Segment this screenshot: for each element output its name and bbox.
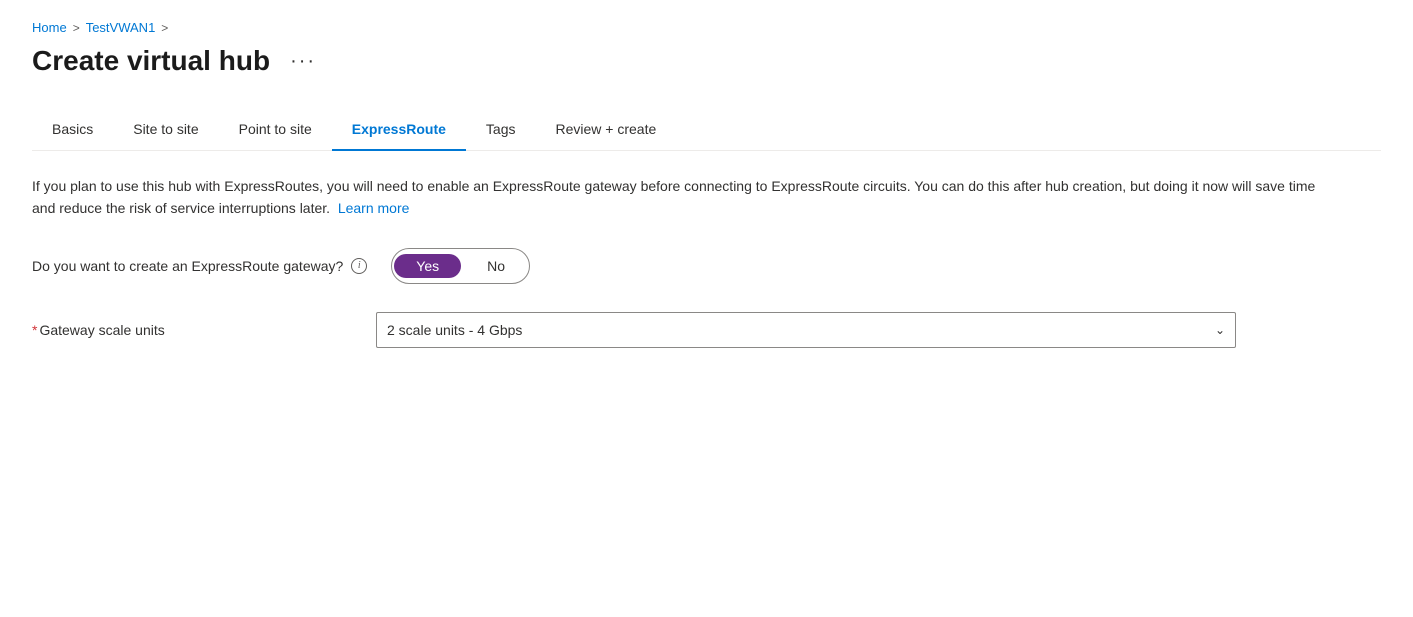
gateway-scale-units-row: *Gateway scale units 2 scale units - 4 G… (32, 312, 1381, 348)
tab-point-to-site[interactable]: Point to site (219, 109, 332, 151)
gateway-toggle[interactable]: Yes No (391, 248, 530, 284)
page-header: Create virtual hub ··· (32, 45, 1381, 77)
tab-tags[interactable]: Tags (466, 109, 536, 151)
chevron-down-icon: ⌄ (1215, 323, 1225, 337)
tab-review-create[interactable]: Review + create (536, 109, 677, 151)
toggle-no[interactable]: No (463, 252, 529, 280)
breadcrumb-separator-1: > (73, 21, 80, 35)
gateway-scale-units-label: *Gateway scale units (32, 322, 165, 338)
gateway-question-label-group: Do you want to create an ExpressRoute ga… (32, 258, 367, 274)
tabs-container: Basics Site to site Point to site Expres… (32, 109, 1381, 151)
description-block: If you plan to use this hub with Express… (32, 175, 1332, 220)
learn-more-link[interactable]: Learn more (338, 200, 410, 216)
gateway-question-row: Do you want to create an ExpressRoute ga… (32, 248, 1381, 284)
header-menu-button[interactable]: ··· (282, 46, 324, 77)
breadcrumb-home[interactable]: Home (32, 20, 67, 35)
gateway-scale-units-value: 2 scale units - 4 Gbps (387, 322, 522, 338)
gateway-question-info-icon[interactable]: i (351, 258, 367, 274)
gateway-question-label: Do you want to create an ExpressRoute ga… (32, 258, 343, 274)
gateway-scale-units-label-group: *Gateway scale units (32, 322, 352, 338)
gateway-scale-units-dropdown[interactable]: 2 scale units - 4 Gbps ⌄ (376, 312, 1236, 348)
breadcrumb: Home > TestVWAN1 > (32, 20, 1381, 35)
tab-basics[interactable]: Basics (32, 109, 113, 151)
form-section: Do you want to create an ExpressRoute ga… (32, 248, 1381, 348)
toggle-yes[interactable]: Yes (394, 254, 461, 278)
tab-site-to-site[interactable]: Site to site (113, 109, 218, 151)
breadcrumb-testvwan1[interactable]: TestVWAN1 (86, 20, 156, 35)
tab-expressroute[interactable]: ExpressRoute (332, 109, 466, 151)
breadcrumb-separator-2: > (161, 21, 168, 35)
description-text: If you plan to use this hub with Express… (32, 178, 1315, 216)
page-container: Home > TestVWAN1 > Create virtual hub ··… (0, 0, 1413, 380)
page-title: Create virtual hub (32, 45, 270, 77)
required-star: * (32, 322, 37, 338)
